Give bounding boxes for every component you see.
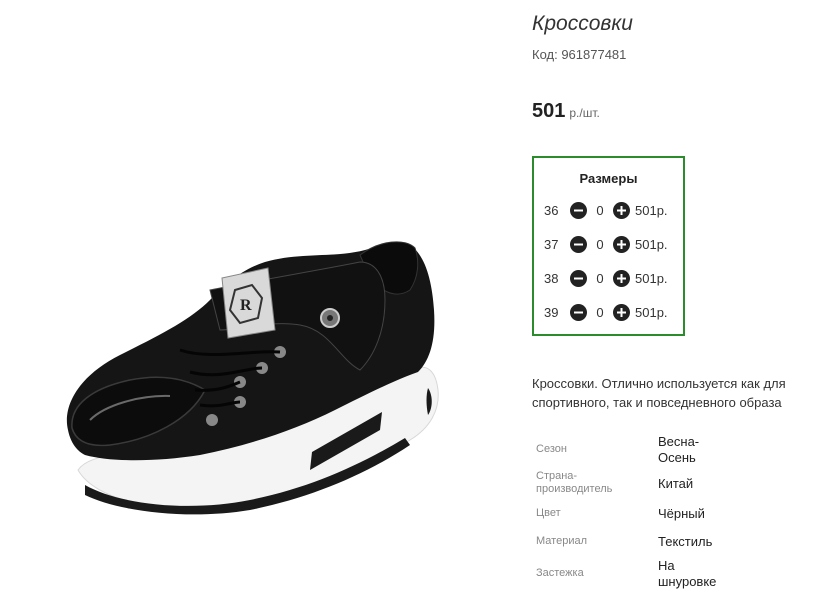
- size-row-39: 39 0 501р.: [544, 302, 668, 322]
- product-title: Кроссовки: [532, 12, 633, 35]
- attr-label-material: Материал: [536, 535, 587, 547]
- size-row-38: 38 0 501р.: [544, 268, 668, 288]
- plus-icon[interactable]: [613, 303, 630, 321]
- size-number: 37: [544, 236, 559, 252]
- sizes-panel: Размеры 36 0 501р. 37 0 501р. 38 0 501р.…: [532, 156, 685, 336]
- minus-icon[interactable]: [570, 201, 587, 219]
- product-price: 501 р./шт.: [532, 100, 600, 123]
- size-price: 501р.: [635, 304, 668, 320]
- product-image: R: [66, 241, 439, 515]
- attr-label-fastener: Застежка: [536, 567, 584, 579]
- product-description: Кроссовки. Отлично используется как для …: [532, 376, 786, 410]
- attr-label-country: Страна-производитель: [536, 470, 613, 495]
- svg-text:R: R: [240, 297, 252, 314]
- size-row-36: 36 0 501р.: [544, 200, 668, 220]
- product-code: Код: 961877481: [532, 47, 627, 62]
- price-unit: р./шт.: [569, 106, 600, 120]
- size-price: 501р.: [635, 270, 668, 286]
- size-number: 36: [544, 202, 559, 218]
- minus-icon[interactable]: [570, 269, 587, 287]
- size-row-37: 37 0 501р.: [544, 234, 668, 254]
- size-number: 39: [544, 304, 559, 320]
- quantity-value: 0: [596, 270, 604, 286]
- plus-icon[interactable]: [613, 201, 630, 219]
- size-price: 501р.: [635, 202, 668, 218]
- sizes-title: Размеры: [579, 171, 638, 186]
- size-price: 501р.: [635, 236, 668, 252]
- quantity-value: 0: [596, 304, 604, 320]
- attr-value-country: Китай: [658, 476, 694, 491]
- minus-icon[interactable]: [570, 303, 587, 321]
- attr-label-season: Сезон: [536, 443, 567, 455]
- quantity-value: 0: [596, 202, 604, 218]
- size-number: 38: [544, 270, 559, 286]
- plus-icon[interactable]: [613, 235, 630, 253]
- attr-value-material: Текстиль: [658, 534, 713, 549]
- quantity-value: 0: [596, 236, 604, 252]
- attr-label-color: Цвет: [536, 507, 561, 519]
- price-value: 501: [532, 100, 566, 122]
- minus-icon[interactable]: [570, 235, 587, 253]
- attr-value-color: Чёрный: [658, 506, 705, 521]
- attr-value-season: Весна-Осень: [658, 434, 700, 465]
- plus-icon[interactable]: [613, 269, 630, 287]
- attr-value-fastener: На шнуровке: [658, 558, 717, 589]
